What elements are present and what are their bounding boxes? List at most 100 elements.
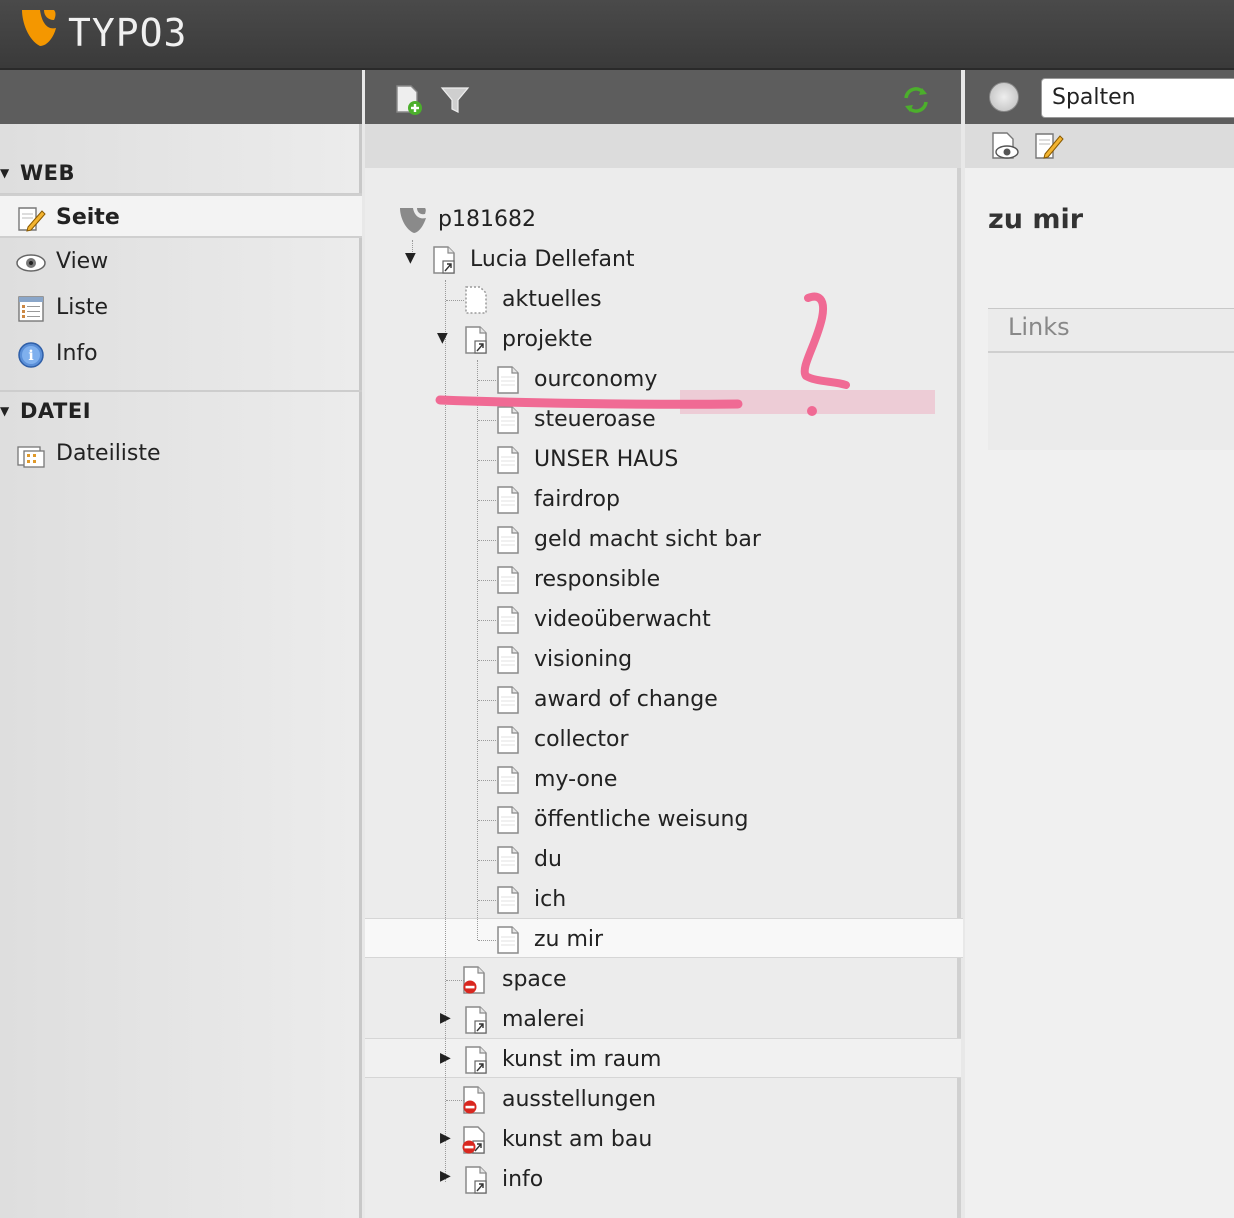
shortcut-page-icon — [464, 1046, 488, 1074]
tree-node-label: fairdrop — [534, 487, 620, 512]
group-header-datei[interactable]: ▼ DATEI — [0, 391, 362, 431]
page-icon — [496, 686, 520, 714]
page-icon — [496, 566, 520, 594]
module-item-label: Seite — [56, 205, 120, 230]
shortcut-page-icon — [464, 1166, 488, 1194]
column-title: Links — [1008, 313, 1070, 341]
tree-node-label: zu mir — [534, 927, 604, 952]
tree-node-label: Lucia Dellefant — [470, 247, 635, 272]
hidden-page-icon — [460, 1086, 488, 1114]
page-icon — [496, 366, 520, 394]
info-icon: i — [18, 342, 44, 368]
tree-line — [446, 300, 464, 301]
view-page-icon[interactable] — [989, 130, 1021, 162]
new-page-icon[interactable] — [393, 84, 425, 116]
tree-line — [478, 740, 496, 741]
eye-icon — [16, 254, 46, 272]
tree-node-label: info — [502, 1167, 544, 1192]
tree-node-label: projekte — [502, 327, 593, 352]
tree-line — [478, 380, 496, 381]
tree-node-label: award of change — [534, 687, 718, 712]
tree-line — [478, 540, 496, 541]
group-header-web[interactable]: ▼ WEB — [0, 153, 362, 193]
tree-line — [478, 820, 496, 821]
page-edit-icon — [18, 207, 46, 232]
page-icon — [496, 446, 520, 474]
tree-line — [478, 460, 496, 461]
module-item-label: Liste — [56, 295, 108, 320]
content-panel: Spalten zu mir Links — [965, 70, 1234, 1218]
tree-node-label: space — [502, 967, 567, 992]
module-item-seite[interactable]: Seite — [0, 194, 362, 238]
module-item-dateiliste[interactable]: Dateiliste — [0, 432, 362, 476]
page-icon — [496, 846, 520, 874]
group-title: WEB — [20, 161, 76, 185]
hidden-page-icon — [460, 966, 488, 994]
expand-toggle-icon[interactable]: ▼ — [405, 250, 416, 266]
collapse-triangle-icon: ▼ — [0, 404, 10, 418]
module-item-label: Info — [56, 341, 98, 366]
tree-line — [478, 620, 496, 621]
top-header: TYPO3 — [0, 0, 1234, 70]
page-icon — [496, 646, 520, 674]
tree-line — [478, 780, 496, 781]
page-icon — [496, 886, 520, 914]
content-toolbar: Spalten — [965, 70, 1234, 124]
expand-toggle-icon[interactable]: ▶ — [440, 1168, 451, 1184]
shortcut-page-icon — [464, 1006, 488, 1034]
expand-toggle-icon[interactable]: ▶ — [440, 1130, 451, 1146]
edit-page-icon[interactable] — [1033, 130, 1065, 162]
tree-node-label: kunst im raum — [502, 1047, 662, 1072]
module-item-view[interactable]: View — [0, 240, 362, 284]
filelist-icon — [17, 446, 45, 468]
module-item-liste[interactable]: Liste — [0, 286, 362, 330]
expand-toggle-icon[interactable]: ▶ — [440, 1010, 451, 1026]
tree-node-label: my-one — [534, 767, 618, 792]
page-icon — [496, 526, 520, 554]
hover-row-highlight — [365, 1038, 961, 1078]
tree-node-label: kunst am bau — [502, 1127, 653, 1152]
tree-line — [478, 500, 496, 501]
page-icon — [496, 726, 520, 754]
expand-toggle-icon[interactable]: ▼ — [437, 330, 448, 346]
collapse-triangle-icon: ▼ — [0, 166, 10, 180]
refresh-icon[interactable] — [900, 84, 932, 116]
filter-icon[interactable] — [439, 84, 471, 116]
svg-text:i: i — [28, 348, 33, 364]
tree-line — [477, 360, 478, 940]
module-menu-toolbar — [0, 70, 362, 124]
typo3-root-icon — [400, 208, 426, 233]
module-menu: ▼ WEB Seite View Liste i Info ▼ DATEI Da… — [0, 70, 362, 1218]
page-icon — [496, 406, 520, 434]
page-icon — [496, 486, 520, 514]
tree-line — [478, 660, 496, 661]
group-title: DATEI — [20, 399, 92, 423]
tree-node-label: ich — [534, 887, 567, 912]
tree-line — [445, 280, 446, 1182]
tree-node-label: ausstellungen — [502, 1087, 657, 1112]
tree-node-label: p181682 — [438, 207, 536, 232]
selected-row-highlight — [365, 918, 963, 958]
page-icon — [496, 606, 520, 634]
tree-node-label: UNSER HAUS — [534, 447, 679, 472]
tree-line — [478, 700, 496, 701]
tree-node-label: steueroase — [534, 407, 656, 432]
content-subbar — [965, 124, 1234, 168]
tree-node-label: öffentliche weisung — [534, 807, 749, 832]
hidden-shortcut-page-icon — [460, 1126, 488, 1154]
tree-node-label: videoüberwacht — [534, 607, 711, 632]
help-icon[interactable] — [989, 82, 1019, 112]
tree-node-label: aktuelles — [502, 287, 602, 312]
tree-line — [478, 580, 496, 581]
tree-node-label: collector — [534, 727, 629, 752]
shortcut-page-icon — [432, 246, 456, 274]
view-mode-select[interactable]: Spalten — [1041, 78, 1234, 118]
module-item-info[interactable]: i Info — [0, 332, 362, 376]
tree-line — [478, 860, 496, 861]
expand-toggle-icon[interactable]: ▶ — [440, 1050, 451, 1066]
tree-line — [478, 900, 496, 901]
typo3-logo-icon[interactable] — [18, 6, 62, 50]
tree-line — [478, 940, 496, 941]
folder-page-icon — [464, 286, 488, 314]
tree-node-label: visioning — [534, 647, 633, 672]
